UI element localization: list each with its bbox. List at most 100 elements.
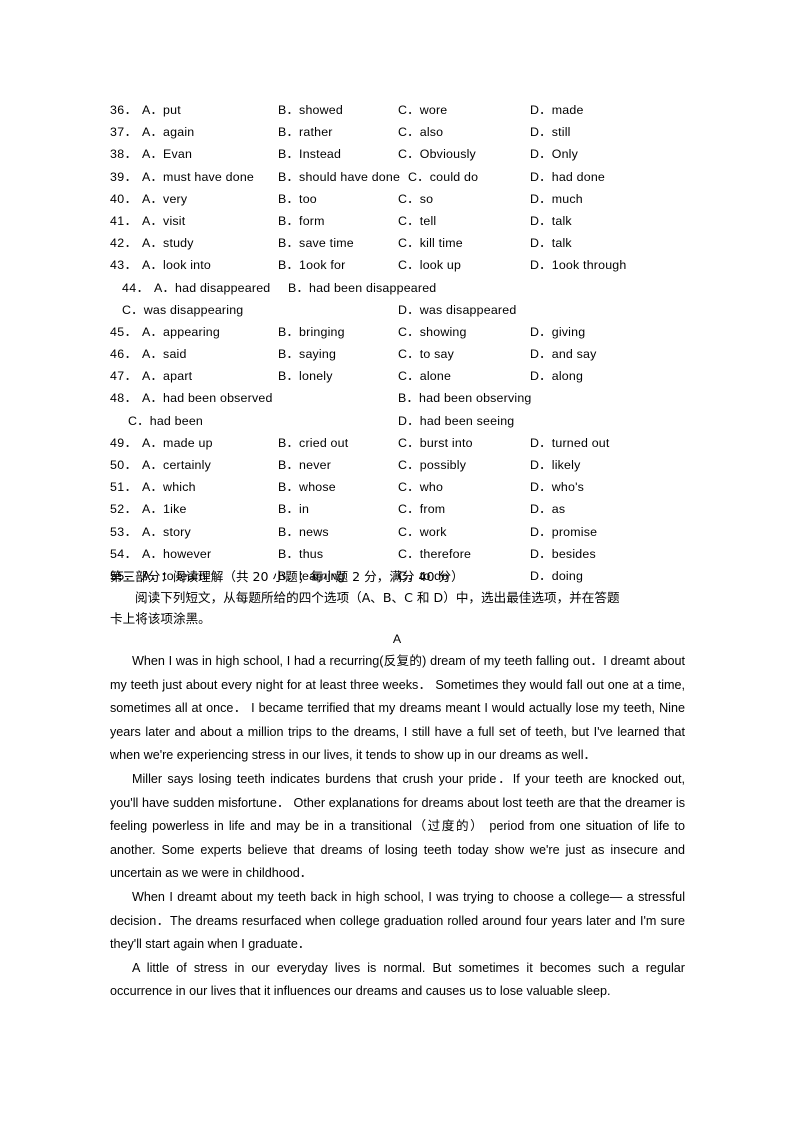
cloze-option[interactable]: C．possibly xyxy=(398,454,466,476)
cloze-option[interactable]: B．should have done xyxy=(278,166,400,188)
cloze-option[interactable]: B．lonely xyxy=(278,365,333,387)
cloze-option[interactable]: A．had disappeared xyxy=(154,277,270,299)
cloze-option[interactable]: A．Evan xyxy=(142,143,192,165)
cloze-option[interactable]: C．burst into xyxy=(398,432,473,454)
cloze-option[interactable]: C．work xyxy=(398,521,447,543)
passage-body: When I was in high school, I had a recur… xyxy=(110,650,685,1004)
cloze-option[interactable]: D．promise xyxy=(530,521,597,543)
cloze-option[interactable]: B．thus xyxy=(278,543,323,565)
cloze-option[interactable]: A．which xyxy=(142,476,196,498)
cloze-option[interactable]: A．however xyxy=(142,543,211,565)
cloze-option[interactable]: D．much xyxy=(530,188,583,210)
cloze-item-number: 49． xyxy=(110,435,138,450)
cloze-option[interactable]: B．Instead xyxy=(278,143,341,165)
cloze-option[interactable]: C．alone xyxy=(398,365,451,387)
cloze-option[interactable]: D．was disappeared xyxy=(398,299,516,321)
cloze-option[interactable]: A．1ike xyxy=(142,498,187,520)
cloze-option[interactable]: C．had been xyxy=(128,410,203,432)
cloze-option[interactable]: B．save time xyxy=(278,232,354,254)
cloze-option[interactable]: D．talk xyxy=(530,232,572,254)
cloze-option[interactable]: D．giving xyxy=(530,321,585,343)
cloze-option[interactable]: D．still xyxy=(530,121,571,143)
cloze-option[interactable]: C．who xyxy=(398,476,443,498)
cloze-option[interactable]: C．look up xyxy=(398,254,461,276)
cloze-option[interactable]: D．and say xyxy=(530,343,597,365)
cloze-option[interactable]: A．apart xyxy=(142,365,192,387)
cloze-option[interactable]: A．must have done xyxy=(142,166,254,188)
cloze-option[interactable]: C．to say xyxy=(398,343,454,365)
cloze-option[interactable]: B．too xyxy=(278,188,317,210)
cloze-option[interactable]: C．showing xyxy=(398,321,467,343)
cloze-option[interactable]: B．rather xyxy=(278,121,333,143)
cloze-option[interactable]: C．therefore xyxy=(398,543,471,565)
cloze-option[interactable]: D．1ook through xyxy=(530,254,626,276)
cloze-option[interactable]: D．besides xyxy=(530,543,596,565)
cloze-item-row: 39． A．must have done B．should have done C．c… xyxy=(110,166,690,188)
cloze-item-row-continued: C．had been D．had been seeing xyxy=(110,410,690,432)
cloze-item-row: 44． A．had disappeared B．had been disappear… xyxy=(110,277,690,299)
cloze-item-number: 54． xyxy=(110,546,138,561)
cloze-option[interactable]: C．wore xyxy=(398,99,447,121)
cloze-option[interactable]: D．talk xyxy=(530,210,572,232)
cloze-item-row: 50． A．certainly B．never C．possibly D．likely xyxy=(110,454,690,476)
cloze-item-number: 44． xyxy=(122,280,150,295)
cloze-option[interactable]: B．saying xyxy=(278,343,336,365)
cloze-option[interactable]: C．so xyxy=(398,188,433,210)
cloze-option[interactable]: B．form xyxy=(278,210,325,232)
cloze-option[interactable]: B．never xyxy=(278,454,331,476)
cloze-option[interactable]: A．made up xyxy=(142,432,213,454)
cloze-option[interactable]: C．was disappearing xyxy=(122,299,243,321)
cloze-option[interactable]: A．story xyxy=(142,521,191,543)
cloze-item-row: 47． A．apart B．lonely C．alone D．along xyxy=(110,365,690,387)
cloze-option[interactable]: B．in xyxy=(278,498,309,520)
cloze-option[interactable]: B．bringing xyxy=(278,321,345,343)
cloze-option[interactable]: A．had been observed xyxy=(142,387,273,409)
cloze-option[interactable]: C．could do xyxy=(408,166,478,188)
passage-paragraph: When I was in high school, I had a recur… xyxy=(110,654,685,763)
cloze-option[interactable]: B．news xyxy=(278,521,329,543)
cloze-option[interactable]: C．also xyxy=(398,121,443,143)
cloze-option[interactable]: D．made xyxy=(530,99,584,121)
cloze-option[interactable]: C．kill time xyxy=(398,232,463,254)
cloze-item-number: 47． xyxy=(110,369,138,384)
passage-paragraph: When I dreamt about my teeth back in hig… xyxy=(110,889,685,952)
cloze-option[interactable]: A．certainly xyxy=(142,454,211,476)
cloze-option[interactable]: D．likely xyxy=(530,454,580,476)
cloze-item-row: 37． A．again B．rather C．also D．still xyxy=(110,121,690,143)
cloze-option[interactable]: A．put xyxy=(142,99,181,121)
cloze-option[interactable]: B．had been observing xyxy=(398,387,532,409)
passage-label: A xyxy=(392,632,402,646)
cloze-option[interactable]: C．tell xyxy=(398,210,436,232)
cloze-option[interactable]: D．who's xyxy=(530,476,584,498)
cloze-option[interactable]: C．from xyxy=(398,498,445,520)
cloze-item-row: 45． A．appearing B．bringing C．showing D．givin… xyxy=(110,321,690,343)
cloze-item-number: 52． xyxy=(110,502,138,517)
cloze-option[interactable]: B．showed xyxy=(278,99,343,121)
cloze-option[interactable]: B．whose xyxy=(278,476,336,498)
cloze-item-row: 36． A．put B．showed C．wore D．made xyxy=(110,99,690,121)
cloze-option[interactable]: C．Obviously xyxy=(398,143,476,165)
cloze-option[interactable]: D．Only xyxy=(530,143,578,165)
cloze-option[interactable]: A．said xyxy=(142,343,187,365)
cloze-option[interactable]: D．as xyxy=(530,498,565,520)
cloze-item-row: 38． A．Evan B．Instead C．Obviously D．Only xyxy=(110,143,690,165)
cloze-option[interactable]: D．turned out xyxy=(530,432,610,454)
cloze-option[interactable]: A．very xyxy=(142,188,187,210)
cloze-option[interactable]: B．had been disappeared xyxy=(288,277,436,299)
cloze-item-number: 51． xyxy=(110,480,138,495)
cloze-option[interactable]: D．had done xyxy=(530,166,605,188)
cloze-option[interactable]: A．visit xyxy=(142,210,185,232)
cloze-item-row: 54． A．however B．thus C．therefore D．besides xyxy=(110,543,690,565)
cloze-option[interactable]: A．appearing xyxy=(142,321,220,343)
cloze-option[interactable]: D．had been seeing xyxy=(398,410,514,432)
cloze-option[interactable]: A．study xyxy=(142,232,194,254)
cloze-option[interactable]: A．again xyxy=(142,121,194,143)
cloze-option[interactable]: A．look into xyxy=(142,254,211,276)
cloze-item-number: 42． xyxy=(110,236,138,251)
cloze-option[interactable]: D．along xyxy=(530,365,583,387)
cloze-option[interactable]: B．cried out xyxy=(278,432,348,454)
cloze-option[interactable]: B．1ook for xyxy=(278,254,345,276)
cloze-item-row: 52． A．1ike B．in C．from D．as xyxy=(110,498,690,520)
cloze-item-number: 36． xyxy=(110,103,138,117)
cloze-item-row: 53． A．story B．news C．work D．promise xyxy=(110,521,690,543)
